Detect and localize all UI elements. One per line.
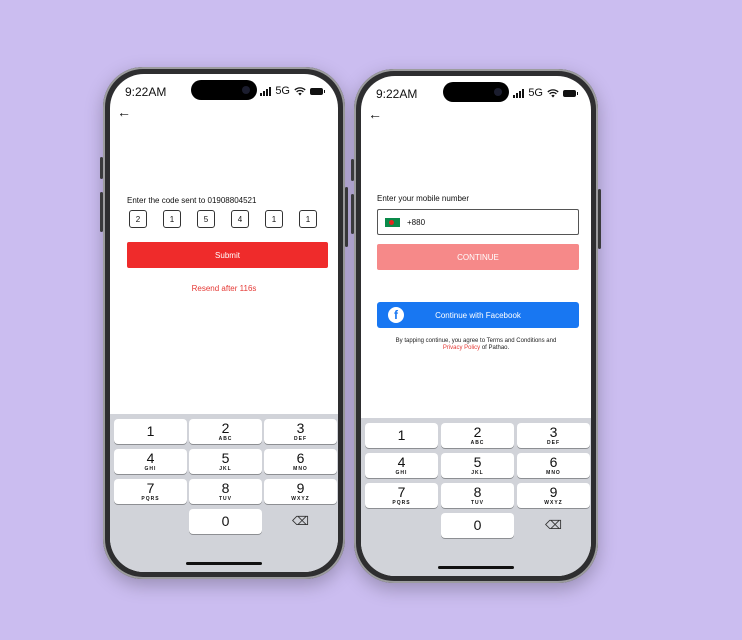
key-6[interactable]: 6 MNO [517,453,590,478]
key-8[interactable]: 8 TUV [441,483,514,508]
key-7[interactable]: 7 PQRS [365,483,438,508]
signal-icon [513,88,525,98]
numeric-keypad: 1 2 ABC 3 DEF 4 GHI 5 JKL 6 MNO 7 PQRS 8 TUV 9W… [110,414,338,572]
numeric-keypad: 1 2 ABC 3 DEF 4 GHI 5 JKL 6 MNO 7 PQRS 8 TUV 9W… [361,418,591,576]
otp-digit-4[interactable]: 4 [231,210,249,228]
key-0[interactable]: 0 [441,513,514,538]
backspace-icon[interactable]: ⌫ [292,514,309,528]
submit-button[interactable]: Submit [127,242,328,268]
continue-button[interactable]: CONTINUE [377,244,579,270]
phone-otp: 9:22AM 5G ← Enter the code sent to 01908… [100,67,348,579]
key-4[interactable]: 4 GHI [365,453,438,478]
status-bar: 9:22AM 5G [125,85,325,101]
key-2[interactable]: 2 ABC [441,423,514,448]
key-9[interactable]: 9 WXYZ [517,483,590,508]
terms-suffix: of Pathao. [480,345,510,351]
key-9[interactable]: 9 WXYZ [264,479,337,504]
otp-digit-6[interactable]: 1 [299,210,317,228]
status-bar: 9:22AM 5G [376,87,578,103]
resend-timer: Resend after 116s [191,284,257,293]
phone-mobile-entry: 9:22AM 5G ← Enter your mobile number +88… [351,69,601,583]
key-1[interactable]: 1 [114,419,187,444]
key-2[interactable]: 2 ABC [189,419,262,444]
wifi-icon [547,88,559,97]
facebook-button-label: Continue with Facebook [435,311,521,320]
key-4[interactable]: 4 GHI [114,449,187,474]
home-indicator [438,566,514,569]
mobile-prompt: Enter your mobile number [377,194,470,203]
home-indicator [186,562,262,565]
bangladesh-flag-icon [385,218,400,227]
otp-screen: 9:22AM 5G ← Enter the code sent to 01908… [110,74,338,572]
otp-input-group: 2 1 5 4 1 1 [129,210,317,228]
mobile-entry-screen: 9:22AM 5G ← Enter your mobile number +88… [361,76,591,576]
otp-digit-1[interactable]: 2 [129,210,147,228]
key-7[interactable]: 7 PQRS [114,479,187,504]
key-1[interactable]: 1 [365,423,438,448]
otp-prompt: Enter the code sent to 01908804521 [127,196,257,205]
network-type: 5G [275,85,290,97]
key-8[interactable]: 8 TUV [189,479,262,504]
battery-icon [563,89,578,97]
terms-text: By tapping continue, you agree to Terms … [373,338,579,352]
facebook-login-button[interactable]: f Continue with Facebook [377,302,579,328]
terms-prefix: By tapping continue, you agree to Terms … [395,338,557,344]
key-6[interactable]: 6 MNO [264,449,337,474]
status-time: 9:22AM [125,85,167,99]
country-code: +880 [407,218,426,227]
key-0[interactable]: 0 [189,509,262,534]
back-arrow-icon[interactable]: ← [117,104,131,120]
privacy-policy-link[interactable]: Privacy Policy [443,345,480,351]
key-5[interactable]: 5 JKL [189,449,262,474]
key-3[interactable]: 3 DEF [264,419,337,444]
mobile-number-field[interactable]: +880 [377,209,579,235]
wifi-icon [294,86,306,95]
status-time: 9:22AM [376,87,418,101]
signal-icon [260,86,272,96]
key-3[interactable]: 3 DEF [517,423,590,448]
backspace-icon[interactable]: ⌫ [545,518,562,532]
network-type: 5G [528,87,543,99]
otp-digit-2[interactable]: 1 [163,210,181,228]
back-arrow-icon[interactable]: ← [368,106,382,122]
battery-icon [310,87,325,95]
otp-digit-3[interactable]: 5 [197,210,215,228]
otp-digit-5[interactable]: 1 [265,210,283,228]
key-5[interactable]: 5 JKL [441,453,514,478]
